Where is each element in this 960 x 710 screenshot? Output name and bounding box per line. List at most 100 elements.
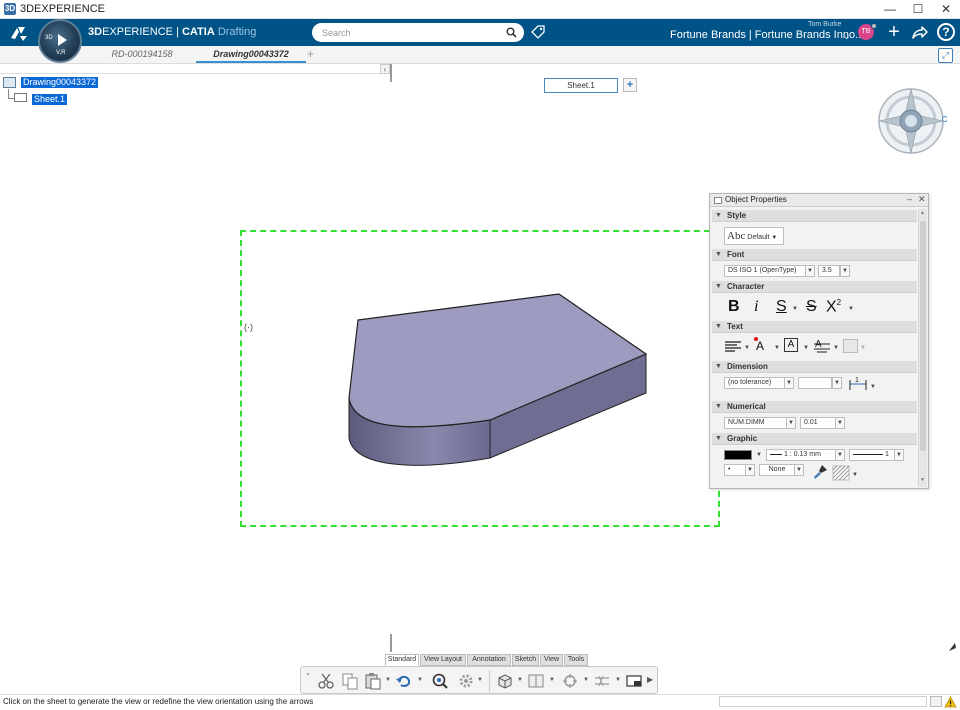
fill-dropdown[interactable]: ▼ xyxy=(794,464,804,476)
section-numerical[interactable]: ▼ Numerical xyxy=(712,401,917,413)
section-character[interactable]: ▼ Character xyxy=(712,281,917,293)
underline-button[interactable]: S xyxy=(776,298,787,316)
collapse-tree-button[interactable]: ‹ xyxy=(380,64,390,74)
tree-item-sheet[interactable]: Sheet.1 xyxy=(32,94,68,105)
warning-icon[interactable] xyxy=(944,696,957,708)
superscript-button[interactable]: X2 xyxy=(826,298,841,316)
search-input[interactable] xyxy=(322,26,492,39)
text-table-dropdown[interactable]: ▼ xyxy=(860,345,866,351)
line-weight-dropdown[interactable]: ▼ xyxy=(835,449,845,461)
tab-rd-000194158[interactable]: RD-000194158 xyxy=(104,48,180,63)
justification-dropdown[interactable]: ▼ xyxy=(744,345,750,351)
line-type-dropdown[interactable]: ▼ xyxy=(894,449,904,461)
text-color-icon[interactable]: A xyxy=(756,339,764,353)
scroll-up-icon[interactable]: ▲ xyxy=(920,210,925,216)
update-dropdown[interactable]: ▼ xyxy=(477,677,483,683)
strikethrough-button[interactable]: S xyxy=(806,298,817,316)
drawing-icon[interactable] xyxy=(3,77,16,88)
fill-select[interactable]: None xyxy=(759,464,795,476)
update-icon[interactable] xyxy=(457,672,475,690)
break-view-icon[interactable] xyxy=(593,672,611,690)
font-size-field[interactable]: 3.5 xyxy=(818,265,840,277)
numerical-precision-dropdown[interactable]: ▼ xyxy=(835,417,845,429)
tab-annotation[interactable]: Annotation xyxy=(467,654,511,666)
dimension-format-icon[interactable]: 1 xyxy=(848,376,870,392)
font-size-dropdown[interactable]: ▼ xyxy=(840,265,850,277)
frame-icon[interactable] xyxy=(625,672,643,690)
paste-icon[interactable] xyxy=(364,672,382,690)
tab-drawing00043372[interactable]: Drawing00043372 xyxy=(196,48,306,63)
splitter-top[interactable] xyxy=(390,64,392,82)
numerical-precision-field[interactable]: 0.01 xyxy=(800,417,836,429)
navigation-compass-icon[interactable] xyxy=(875,85,947,157)
panel-scrollbar[interactable]: ▲ ▼ xyxy=(918,209,927,487)
search-box[interactable] xyxy=(312,23,524,42)
italic-button[interactable]: i xyxy=(754,298,758,316)
text-frame-dropdown[interactable]: ▼ xyxy=(803,345,809,351)
font-name-select[interactable]: DS ISO 1 (OpenType) xyxy=(724,265,806,277)
tab-view-layout[interactable]: View Layout xyxy=(420,654,466,666)
tab-sketch[interactable]: Sketch xyxy=(512,654,539,666)
search-icon[interactable] xyxy=(506,27,517,38)
paint-brush-icon[interactable] xyxy=(812,464,828,480)
view-creation-dropdown[interactable]: ▼ xyxy=(517,677,523,683)
pattern-dropdown[interactable]: ▼ xyxy=(852,472,858,478)
tree-root-drawing[interactable]: Drawing00043372 xyxy=(21,77,99,88)
tab-view[interactable]: View xyxy=(540,654,563,666)
text-frame-icon[interactable]: A xyxy=(784,338,798,352)
break-view-dropdown[interactable]: ▼ xyxy=(615,677,621,683)
underline-dropdown[interactable]: ▼ xyxy=(792,306,798,312)
dassault-logo-icon[interactable] xyxy=(8,23,30,43)
compass-button[interactable]: 3D V,R xyxy=(38,19,82,63)
pattern-icon[interactable] xyxy=(832,465,850,481)
copy-icon[interactable] xyxy=(341,672,359,690)
section-style[interactable]: ▼ Style xyxy=(712,210,917,222)
point-symbol-dropdown[interactable]: ▼ xyxy=(745,464,755,476)
dimension-format-dropdown[interactable]: ▼ xyxy=(870,384,876,390)
tab-tools[interactable]: Tools xyxy=(564,654,588,666)
window-minimize-button[interactable]: — xyxy=(876,0,904,19)
add-tab-button[interactable]: + xyxy=(307,47,314,61)
tab-standard[interactable]: Standard xyxy=(385,654,419,666)
scrollbar-thumb[interactable] xyxy=(920,221,926,451)
point-symbol-select[interactable]: • xyxy=(724,464,746,476)
tenant-selector[interactable]: Fortune Brands | Fortune Brands Inno... xyxy=(670,29,864,41)
sheet-icon[interactable] xyxy=(14,93,27,102)
minimize-panel-button[interactable]: – xyxy=(907,194,912,204)
undo-icon[interactable] xyxy=(395,672,413,690)
tolerance-dropdown[interactable]: ▼ xyxy=(784,377,794,389)
section-text[interactable]: ▼ Text xyxy=(712,321,917,333)
view-creation-icon[interactable] xyxy=(496,672,514,690)
style-selector[interactable]: Abc Default ▼ xyxy=(724,227,784,245)
part-view-drawing[interactable] xyxy=(340,285,655,475)
zoom-icon[interactable] xyxy=(431,672,449,690)
bold-button[interactable]: B xyxy=(728,298,740,316)
section-dimension[interactable]: ▼ Dimension xyxy=(712,361,917,373)
close-panel-button[interactable]: ✕ xyxy=(918,194,926,205)
section-graphic[interactable]: ▼ Graphic xyxy=(712,433,917,445)
line-color-dropdown[interactable]: ▼ xyxy=(756,452,762,458)
text-anchor-dropdown[interactable]: ▼ xyxy=(833,345,839,351)
chevron-down-icon[interactable]: ⌄ xyxy=(843,31,851,42)
section-view-icon[interactable] xyxy=(527,672,545,690)
paste-dropdown[interactable]: ▼ xyxy=(385,677,391,683)
dimension-value-dropdown[interactable]: ▼ xyxy=(832,377,842,389)
text-color-dropdown[interactable]: ▼ xyxy=(774,345,780,351)
action-bar-collapse-icon[interactable]: ⌄ xyxy=(305,669,311,677)
fullscreen-icon[interactable]: ⤢ xyxy=(938,48,953,63)
command-input[interactable] xyxy=(719,696,927,707)
add-sheet-button[interactable]: + xyxy=(623,78,637,92)
splitter-bottom[interactable] xyxy=(390,634,392,652)
window-close-button[interactable]: ✕ xyxy=(932,0,960,19)
object-properties-titlebar[interactable]: Object Properties – ✕ xyxy=(710,194,928,207)
sheet-tab[interactable]: Sheet.1 xyxy=(544,78,618,93)
detail-view-dropdown[interactable]: ▼ xyxy=(583,677,589,683)
text-justification-icon[interactable] xyxy=(724,340,742,354)
font-name-dropdown[interactable]: ▼ xyxy=(805,265,815,277)
dimension-value-field[interactable] xyxy=(798,377,832,389)
text-table-icon[interactable] xyxy=(843,339,858,353)
line-weight-select[interactable]: 1 : 0.13 mm xyxy=(766,449,836,461)
window-maximize-button[interactable]: ☐ xyxy=(904,0,932,19)
help-icon[interactable]: ? xyxy=(937,23,955,41)
undo-dropdown[interactable]: ▼ xyxy=(417,677,423,683)
